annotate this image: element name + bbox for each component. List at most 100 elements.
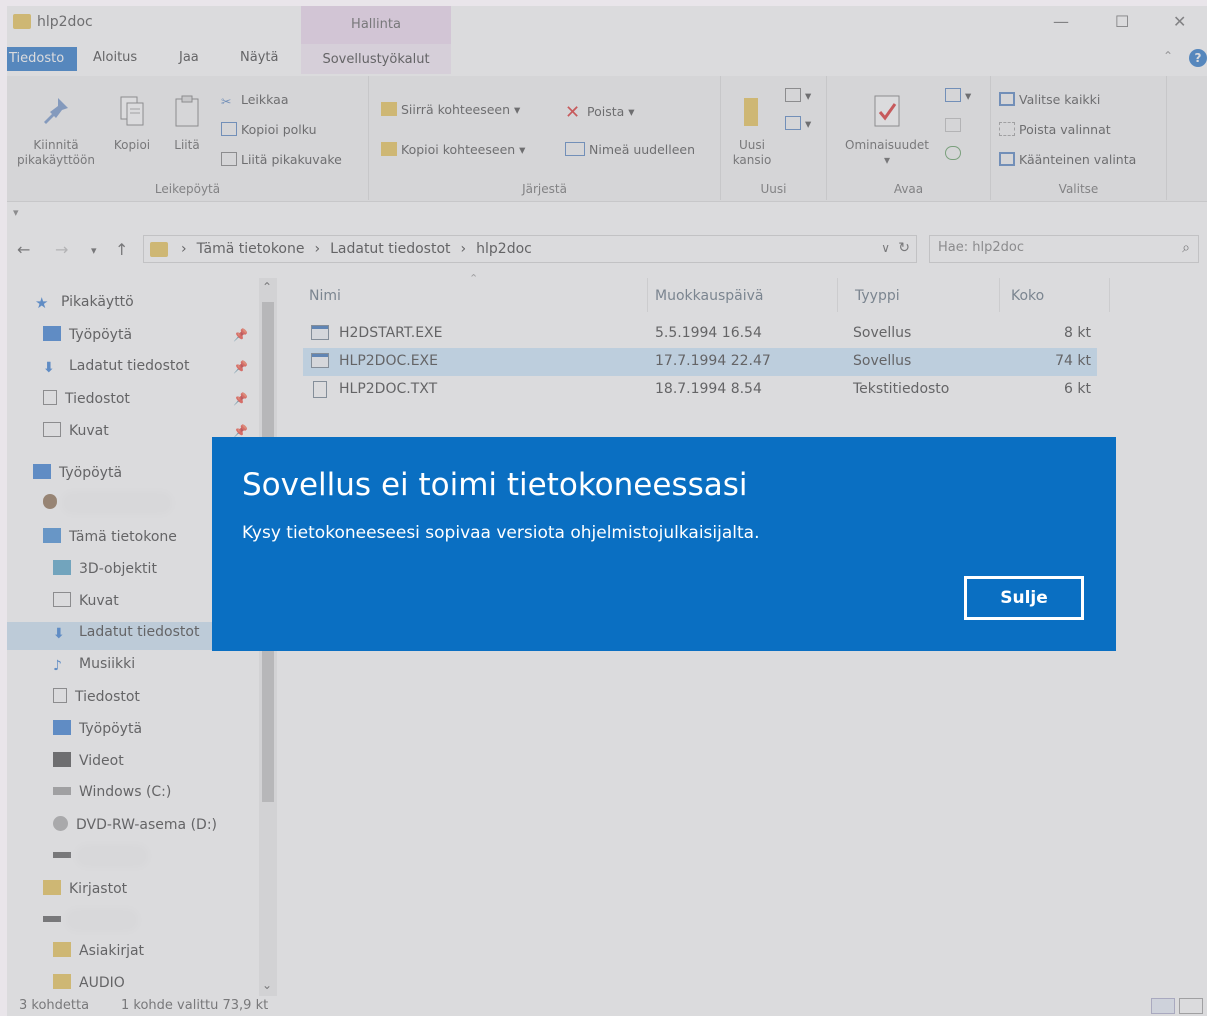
delete-button[interactable]: ✕ Poista ▾ [565,102,635,123]
nav-drive-c[interactable]: Windows (C:) [53,784,171,808]
copy-to-button[interactable]: Kopioi kohteeseen ▾ [381,142,525,157]
file-row-selected[interactable]: HLP2DOC.EXE 17.7.1994 22.47 Sovellus 74 … [303,348,1097,376]
nav-label: Musiikki [79,656,136,672]
select-all-label: Valitse kaikki [1019,92,1101,107]
large-icons-view-icon[interactable] [1179,998,1203,1014]
scroll-up-icon[interactable]: ⌃ [262,280,272,294]
move-to-icon [381,102,397,116]
minimize-button[interactable]: — [1053,12,1069,31]
nav-pictures[interactable]: Kuvat [53,592,119,616]
tab-share[interactable]: Jaa [179,50,199,65]
nav-documents-library[interactable]: Asiakirjat [53,942,144,966]
help-icon[interactable]: ? [1189,49,1207,67]
easy-access-button[interactable]: ▾ [785,116,811,131]
copy-path-button[interactable]: Kopioi polku [221,122,317,137]
document-icon [43,390,57,405]
search-input[interactable] [938,240,1158,255]
invert-selection-icon [999,152,1015,166]
back-arrow-icon[interactable]: ← [17,240,30,259]
edit-button[interactable] [945,118,965,133]
nav-libraries[interactable]: Kirjastot [43,880,127,904]
forward-arrow-icon[interactable]: → [55,240,68,259]
nav-quick-documents[interactable]: Tiedostot 📌 [43,390,248,414]
dialog-message: Kysy tietokoneeseesi sopivaa versiota oh… [242,523,760,543]
pin-icon: 📌 [233,328,248,342]
nav-quick-access[interactable]: ★ Pikakäyttö [35,294,134,318]
column-header-modified[interactable]: Muokkauspäivä [655,288,763,304]
column-divider[interactable] [647,278,648,312]
navigation-row: ← → ▾ ↑ › Tämä tietokone › Ladatut tiedosto… [7,232,1207,268]
column-header-name[interactable]: Nimi [309,288,341,304]
column-divider[interactable] [999,278,1000,312]
nav-audio[interactable]: AUDIO [53,974,125,998]
file-type: Tekstitiedosto [853,381,950,397]
column-header-size[interactable]: Koko [1011,288,1044,304]
error-dialog: Sovellus ei toimi tietokoneessasi Kysy t… [212,437,1116,651]
nav-desktop[interactable]: Työpöytä [33,464,122,488]
new-folder-button[interactable]: Uusi kansio [727,94,777,168]
ribbon-tabs: Tiedosto Aloitus Jaa Näytä Sovellustyöka… [7,44,1207,74]
column-header-type[interactable]: Tyyppi [855,288,900,304]
breadcrumb-this-pc[interactable]: Tämä tietokone [197,241,305,257]
group-clipboard: Kiinnitä pikakäyttöön Kopioi Liitä ✂ Leik… [7,76,369,200]
cut-button[interactable]: ✂ Leikkaa [221,92,289,109]
new-item-button[interactable]: ▾ [785,88,811,103]
nav-downloads[interactable]: ⬇ Ladatut tiedostot [7,622,217,650]
tab-app-tools[interactable]: Sovellustyökalut [301,44,451,74]
recent-locations-icon[interactable]: ▾ [91,244,97,257]
tab-view[interactable]: Näytä [240,50,278,65]
address-bar[interactable]: › Tämä tietokone › Ladatut tiedostot › hlp2do… [143,235,917,263]
close-button[interactable]: Sulje [964,576,1084,620]
breadcrumb-downloads[interactable]: Ladatut tiedostot [330,241,450,257]
nav-3d-objects[interactable]: 3D-objektit [53,560,157,584]
file-row[interactable]: HLP2DOC.TXT 18.7.1994 8.54 Tekstitiedost… [303,376,1097,404]
select-all-button[interactable]: Valitse kaikki [999,92,1100,107]
search-box[interactable]: ⌕ [929,235,1199,263]
copy-button[interactable]: Kopioi [107,94,157,153]
nav-network-drive[interactable] [53,848,145,872]
ribbon: Kiinnitä pikakäyttöön Kopioi Liitä ✂ Leik… [7,76,1207,202]
open-group-label: Avaa [893,182,924,196]
open-icon [945,88,961,102]
paste-button[interactable]: Liitä [165,94,209,153]
nav-quick-downloads[interactable]: ⬇ Ladatut tiedostot 📌 [43,358,248,382]
nav-videos[interactable]: Videot [53,752,124,776]
pin-quick-access-button[interactable]: Kiinnitä pikakäyttöön [11,94,101,168]
tab-home[interactable]: Aloitus [93,50,137,65]
nav-desktop-pc[interactable]: Työpöytä [53,720,142,744]
breadcrumb-hlp2doc[interactable]: hlp2doc [476,241,532,257]
new-folder-icon [744,98,758,126]
film-icon [53,752,71,767]
nav-network-item[interactable] [43,912,135,936]
properties-button[interactable]: Ominaisuudet ▾ [835,94,939,168]
move-to-button[interactable]: Siirrä kohteeseen ▾ [381,102,520,117]
rename-button[interactable]: Nimeä uudelleen [565,142,695,157]
close-window-button[interactable]: ✕ [1173,12,1186,31]
maximize-button[interactable]: ☐ [1115,12,1129,31]
nav-documents[interactable]: Tiedostot [53,688,140,712]
nav-music[interactable]: ♪ Musiikki [53,656,135,680]
select-none-button[interactable]: Poista valinnat [999,122,1111,137]
column-divider[interactable] [837,278,838,312]
collapse-ribbon-icon[interactable]: ⌃ [1163,49,1173,63]
tab-file[interactable]: Tiedosto [7,47,77,71]
nav-quick-desktop[interactable]: Työpöytä 📌 [43,326,248,350]
nav-dvd-drive[interactable]: DVD-RW-asema (D:) [53,816,217,840]
file-type: Sovellus [853,353,912,369]
invert-selection-button[interactable]: Käänteinen valinta [999,152,1136,167]
organize-group-label: Järjestä [522,182,567,196]
nav-user[interactable] [43,494,169,518]
history-button[interactable] [945,146,965,161]
quick-access-toolbar-dropdown[interactable]: ▾ [13,206,19,219]
file-row[interactable]: H2DSTART.EXE 5.5.1994 16.54 Sovellus 8 k… [303,320,1097,348]
up-arrow-icon[interactable]: ↑ [115,240,128,259]
paste-shortcut-button[interactable]: Liitä pikakuvake [221,152,342,167]
address-dropdown-icon[interactable]: ∨ [881,241,890,255]
column-divider[interactable] [1109,278,1110,312]
nav-quick-pictures[interactable]: Kuvat 📌 [43,422,248,446]
nav-this-pc[interactable]: Tämä tietokone [43,528,177,552]
open-button[interactable]: ▾ [945,88,971,103]
refresh-icon[interactable]: ↻ [898,240,910,256]
scroll-down-icon[interactable]: ⌄ [262,978,272,992]
details-view-icon[interactable] [1151,998,1175,1014]
